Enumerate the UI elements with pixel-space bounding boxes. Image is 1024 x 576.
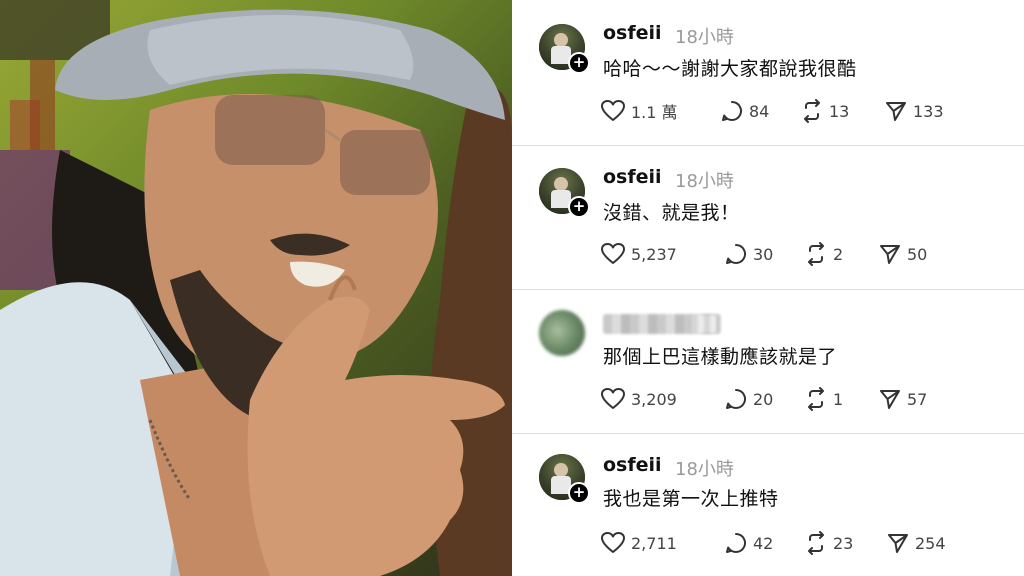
timestamp: 18小時 (675, 27, 734, 48)
heart-icon (601, 388, 625, 409)
like-count: 1.1 萬 (631, 103, 678, 122)
plus-icon[interactable]: + (568, 52, 590, 74)
threads-feed: + osfeii 18小時 哈哈～～謝謝大家都說我很酷 1.1 萬 84 13 … (512, 0, 1024, 576)
action-bar: 2,711 42 23 254 (600, 530, 980, 556)
avatar[interactable] (539, 310, 585, 356)
send-icon (880, 390, 900, 409)
repost-icon (808, 242, 824, 266)
repost-button[interactable]: 2 (804, 241, 843, 267)
username[interactable]: osfeii (603, 166, 662, 188)
reply-button[interactable]: 30 (724, 241, 773, 267)
like-button[interactable]: 1.1 萬 (600, 98, 678, 124)
heart-icon (601, 532, 625, 553)
like-button[interactable]: 3,209 (600, 386, 677, 412)
repost-button[interactable]: 13 (800, 98, 849, 124)
man-in-hat-illustration (0, 0, 512, 576)
post-text: 那個上巴這樣動應該就是了 (603, 346, 838, 368)
heart-icon (601, 100, 625, 121)
repost-icon (804, 99, 820, 123)
reply-count: 20 (753, 389, 774, 409)
profile-photo (0, 0, 512, 576)
share-button[interactable]: 254 (886, 530, 946, 556)
repost-count: 2 (833, 244, 844, 264)
like-button[interactable]: 2,711 (600, 530, 677, 556)
like-count: 3,209 (631, 389, 677, 409)
timestamp (692, 315, 716, 333)
post-1[interactable]: + osfeii 18小時 哈哈～～謝謝大家都說我很酷 1.1 萬 84 13 … (512, 0, 1024, 145)
send-icon (880, 245, 900, 264)
share-button[interactable]: 57 (878, 386, 927, 412)
comment-icon (726, 533, 746, 553)
reply-count: 42 (753, 533, 774, 553)
like-button[interactable]: 5,237 (600, 241, 677, 267)
plus-icon[interactable]: + (568, 482, 590, 504)
reply-count: 30 (753, 244, 774, 264)
post-4[interactable]: + osfeii 18小時 我也是第一次上推特 2,711 42 23 254 (512, 434, 1024, 576)
share-count: 50 (907, 244, 928, 264)
share-count: 254 (915, 533, 946, 553)
comment-icon (722, 101, 742, 121)
comment-icon (726, 244, 746, 264)
reply-count: 84 (749, 101, 770, 121)
action-bar: 3,209 20 1 57 (600, 386, 980, 412)
repost-count: 1 (833, 389, 844, 409)
post-3[interactable]: 那個上巴這樣動應該就是了 3,209 20 1 57 (512, 290, 1024, 435)
repost-button[interactable]: 1 (804, 386, 843, 412)
action-bar: 1.1 萬 84 13 133 (600, 98, 980, 124)
share-count: 133 (913, 101, 944, 121)
heart-icon (601, 243, 625, 264)
plus-icon[interactable]: + (568, 196, 590, 218)
timestamp: 18小時 (675, 459, 734, 480)
post-text: 哈哈～～謝謝大家都說我很酷 (603, 58, 857, 80)
like-count: 5,237 (631, 244, 677, 264)
repost-count: 13 (829, 101, 850, 121)
reply-button[interactable]: 84 (720, 98, 769, 124)
repost-icon (808, 531, 824, 555)
post-2[interactable]: + osfeii 18小時 沒錯、就是我！ 5,237 30 2 50 (512, 146, 1024, 291)
share-button[interactable]: 50 (878, 241, 927, 267)
repost-icon (808, 387, 824, 411)
username[interactable]: osfeii (603, 22, 662, 44)
share-button[interactable]: 133 (884, 98, 944, 124)
timestamp: 18小時 (675, 171, 734, 192)
repost-count: 23 (833, 533, 854, 553)
send-icon (886, 102, 906, 121)
post-text: 沒錯、就是我！ (603, 202, 740, 224)
reply-button[interactable]: 42 (724, 530, 773, 556)
post-text: 我也是第一次上推特 (603, 488, 779, 510)
share-count: 57 (907, 389, 928, 409)
send-icon (888, 534, 908, 553)
username[interactable]: osfeii (603, 454, 662, 476)
action-bar: 5,237 30 2 50 (600, 241, 980, 267)
comment-icon (726, 389, 746, 409)
reply-button[interactable]: 20 (724, 386, 773, 412)
repost-button[interactable]: 23 (804, 530, 853, 556)
like-count: 2,711 (631, 533, 677, 553)
